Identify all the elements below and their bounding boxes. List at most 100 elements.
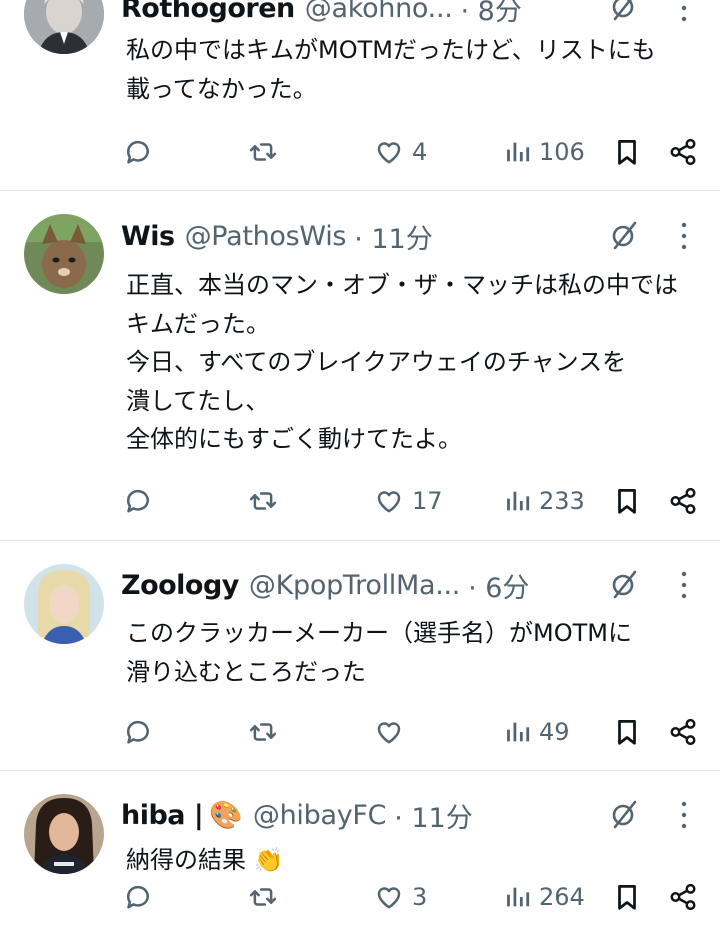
view-count: 233	[539, 487, 585, 515]
like-button[interactable]: 17	[374, 481, 443, 521]
username[interactable]: @hibayFC	[253, 800, 387, 831]
more-icon[interactable]	[672, 565, 696, 605]
tweet-text-line: 載ってなかった。	[126, 74, 317, 103]
tweet-header: hiba | 🎨 @hibayFC · 11分	[121, 795, 624, 835]
tweet-header: Zoology @KpopTrollMa... · 6分	[121, 565, 624, 605]
reply-button[interactable]	[122, 712, 160, 752]
repost-button[interactable]	[247, 481, 287, 521]
more-icon[interactable]	[672, 0, 696, 28]
tweet-text-line: キムだった。	[126, 309, 270, 338]
tweet[interactable]: Wis @PathosWis · 11分 正直、本当のマン・オブ・ザ・マッチは私…	[0, 191, 720, 541]
heart-icon	[377, 142, 401, 164]
share-button[interactable]	[668, 712, 698, 752]
repost-icon	[249, 888, 277, 906]
username[interactable]: @akohno...	[305, 0, 453, 24]
tweet-text: このクラッカーメーカー（選手名）がMOTMに 滑り込むところだった	[126, 614, 696, 691]
reply-icon	[126, 720, 149, 744]
avatar[interactable]	[24, 214, 104, 294]
tweet-text: 私の中ではキムがMOTMだったけど、リストにも 載ってなかった。	[126, 31, 696, 108]
more-icon[interactable]	[672, 216, 696, 256]
timestamp[interactable]: · 8分	[461, 0, 522, 28]
more-icon[interactable]	[672, 795, 696, 835]
tweet-header: Wis @PathosWis · 11分	[121, 216, 624, 256]
like-count: 17	[412, 487, 443, 515]
action-bar: 49	[0, 712, 720, 752]
like-button[interactable]: 3	[374, 877, 427, 917]
display-name[interactable]: Wis	[121, 221, 175, 252]
tweet-text-line: 今日、すべてのブレイクアウェイのチャンスを	[126, 348, 627, 376]
tweet-text-line: 全体的にもすごく動けてたよ。	[126, 425, 462, 453]
like-button[interactable]: 4	[374, 132, 427, 172]
grok-icon[interactable]	[606, 566, 644, 604]
bookmark-icon	[618, 885, 636, 910]
heart-icon	[377, 887, 401, 909]
tweet-text-line: 納得の結果 👏	[126, 846, 284, 874]
tweet-text-line: 滑り込むところだった	[126, 657, 366, 686]
avatar[interactable]	[24, 794, 104, 874]
share-icon	[670, 718, 696, 746]
username[interactable]: @KpopTrollMa...	[249, 570, 460, 601]
bookmark-icon	[618, 489, 636, 514]
bookmark-button[interactable]	[612, 132, 642, 172]
avatar[interactable]	[24, 564, 104, 644]
tweet-text-line: 私の中ではキムがMOTMだったけど、リストにも	[126, 36, 656, 64]
grok-icon[interactable]	[606, 796, 644, 834]
bookmark-button[interactable]	[612, 877, 642, 917]
reply-icon	[126, 140, 149, 164]
avatar[interactable]	[24, 0, 104, 54]
reply-button[interactable]	[122, 481, 160, 521]
views-button[interactable]: 49	[503, 712, 570, 752]
like-button[interactable]	[374, 712, 412, 752]
tweet-text-line: このクラッカーメーカー（選手名）がMOTMに	[126, 619, 633, 647]
views-button[interactable]: 264	[503, 877, 585, 917]
action-bar: 4 106	[0, 132, 720, 172]
tweet[interactable]: Zoology @KpopTrollMa... · 6分 このクラッカーメーカー…	[0, 541, 720, 771]
views-icon	[507, 722, 530, 742]
view-count: 49	[539, 718, 570, 746]
tweet-text: 納得の結果 👏	[126, 841, 696, 880]
views-icon	[507, 491, 530, 511]
timestamp[interactable]: · 6分	[468, 566, 529, 605]
share-button[interactable]	[668, 132, 698, 172]
display-name[interactable]: Zoology	[121, 570, 239, 601]
bookmark-button[interactable]	[612, 712, 642, 752]
bookmark-button[interactable]	[612, 481, 642, 521]
display-name[interactable]: hiba |	[121, 800, 204, 831]
view-count: 106	[539, 138, 585, 166]
bookmark-icon	[618, 140, 636, 165]
tweet-text: 正直、本当のマン・オブ・ザ・マッチは私の中では キムだった。 今日、すべてのブレ…	[126, 266, 696, 459]
share-icon	[670, 487, 696, 515]
repost-icon	[249, 723, 277, 741]
username[interactable]: @PathosWis	[185, 221, 347, 252]
views-icon	[507, 142, 530, 162]
heart-icon	[377, 722, 401, 744]
reply-icon	[126, 489, 149, 513]
repost-button[interactable]	[247, 132, 287, 172]
tweet-text-line: 正直、本当のマン・オブ・ザ・マッチは私の中では	[126, 271, 678, 299]
views-icon	[507, 887, 530, 907]
heart-icon	[377, 491, 401, 513]
grok-icon[interactable]	[606, 0, 644, 26]
tweet-header: Rothogoren @akohno... · 8分	[121, 0, 624, 28]
timestamp[interactable]: · 11分	[394, 796, 473, 835]
action-bar: 17 233	[0, 481, 720, 521]
repost-icon	[249, 143, 277, 161]
repost-button[interactable]	[247, 712, 287, 752]
tweet[interactable]: Rothogoren @akohno... · 8分 私の中ではキムがMOTMだ…	[0, 0, 720, 191]
reply-button[interactable]	[122, 877, 160, 917]
display-name[interactable]: Rothogoren	[121, 0, 295, 24]
reply-button[interactable]	[122, 132, 160, 172]
repost-icon	[249, 492, 277, 510]
timestamp[interactable]: · 11分	[354, 217, 433, 256]
share-button[interactable]	[668, 481, 698, 521]
views-button[interactable]: 106	[503, 132, 585, 172]
bookmark-icon	[618, 720, 636, 745]
grok-icon[interactable]	[606, 217, 644, 255]
tweet[interactable]: hiba | 🎨 @hibayFC · 11分 納得の結果 👏 3 264	[0, 771, 720, 931]
views-button[interactable]: 233	[503, 481, 585, 521]
action-bar: 3 264	[0, 877, 720, 917]
like-count: 4	[412, 138, 428, 166]
share-button[interactable]	[668, 877, 698, 917]
repost-button[interactable]	[247, 877, 287, 917]
like-count: 3	[412, 883, 428, 911]
